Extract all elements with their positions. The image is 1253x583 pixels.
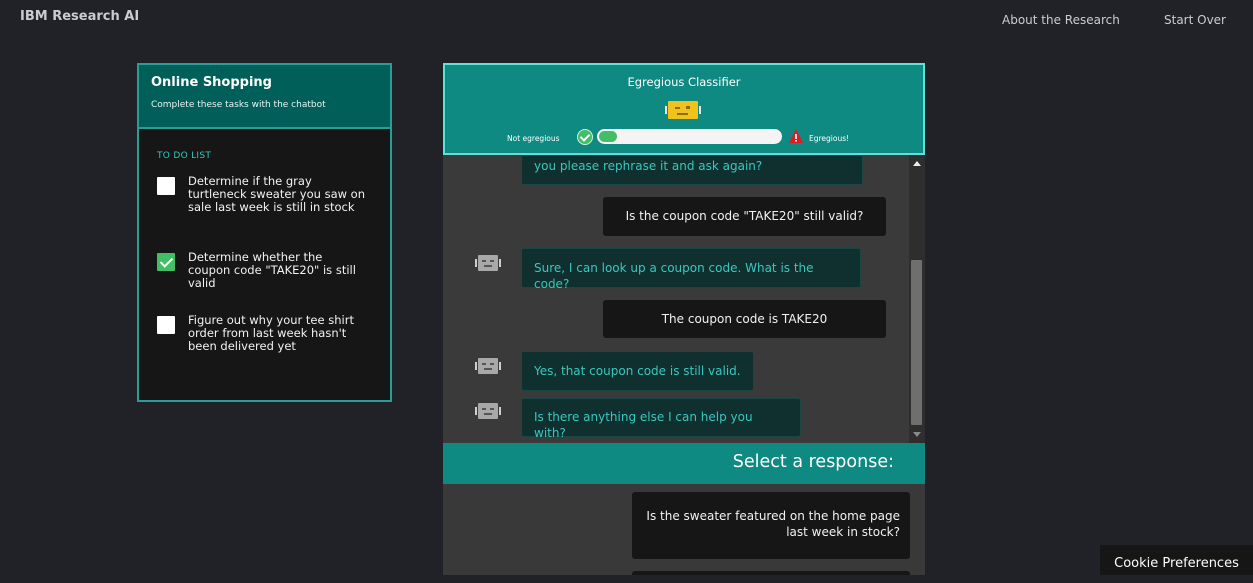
response-options: Is the sweater featured on the home page… [443, 484, 925, 575]
todo-item-text: Determine if the gray turtleneck sweater… [188, 174, 366, 214]
todo-item: Figure out why your tee shirt order from… [157, 314, 377, 356]
task-subtitle: Complete these tasks with the chatbot [151, 100, 326, 110]
bot-message: Yes, that coupon code is still valid. [521, 351, 754, 391]
cookie-preferences-button[interactable]: Cookie Preferences [1100, 545, 1253, 575]
todo-list-label: TO DO LIST [157, 151, 212, 161]
todo-item: Determine whether the coupon code "TAKE2… [157, 251, 377, 293]
response-option-button[interactable] [632, 571, 910, 575]
response-option-line: last week in stock? [786, 525, 900, 539]
bot-avatar-icon [475, 255, 501, 271]
user-message: Is the coupon code "TAKE20" still valid? [603, 197, 886, 236]
bot-message: Sure, I can look up a coupon code. What … [521, 248, 861, 291]
task-title: Online Shopping [151, 75, 272, 90]
bot-avatar-icon [475, 358, 501, 374]
brand-title: IBM Research AI [20, 9, 140, 24]
todo-item: Determine if the gray turtleneck sweater… [157, 175, 377, 241]
top-bar: IBM Research AI About the Research Start… [0, 0, 1253, 40]
todo-item-text: Figure out why your tee shirt order from… [188, 313, 354, 353]
response-option-line: Is the sweater featured on the home page [646, 509, 900, 523]
todo-item-text: Determine whether the coupon code "TAKE2… [188, 250, 356, 290]
todo-checkbox-checked[interactable] [157, 253, 175, 271]
egregious-classifier: Egregious Classifier Not egregious Egreg… [443, 63, 925, 155]
select-response-bar: Select a response: [443, 443, 925, 484]
bot-message: Is there anything else I can help you wi… [521, 398, 801, 440]
chat-scrollbar[interactable] [909, 155, 925, 443]
not-egregious-label: Not egregious [507, 134, 560, 143]
check-circle-icon [577, 129, 593, 145]
egregious-meter [597, 129, 782, 144]
todo-checkbox[interactable] [157, 316, 175, 334]
task-panel-header: Online Shopping Complete these tasks wit… [139, 65, 390, 129]
classifier-title: Egregious Classifier [627, 75, 741, 89]
nav-about-link[interactable]: About the Research [1002, 13, 1120, 27]
bot-avatar-icon [475, 403, 501, 419]
scroll-up-arrow-icon[interactable] [913, 161, 921, 166]
scroll-down-arrow-icon[interactable] [913, 432, 921, 437]
egregious-label: Egregious! [809, 134, 850, 143]
todo-checkbox[interactable] [157, 177, 175, 195]
response-option-button[interactable]: Is the sweater featured on the home page… [632, 492, 910, 559]
user-message: The coupon code is TAKE20 [603, 300, 886, 338]
bot-message: you please rephrase it and ask again? [521, 155, 863, 185]
nav-start-over-link[interactable]: Start Over [1164, 13, 1226, 27]
warning-triangle-icon [789, 129, 803, 143]
egregious-meter-fill [599, 131, 617, 142]
scroll-thumb[interactable] [911, 260, 922, 425]
select-response-label: Select a response: [732, 452, 894, 472]
task-panel: Online Shopping Complete these tasks wit… [137, 63, 392, 402]
robot-face-icon [665, 101, 701, 119]
chat-transcript[interactable]: you please rephrase it and ask again? Is… [443, 155, 925, 443]
